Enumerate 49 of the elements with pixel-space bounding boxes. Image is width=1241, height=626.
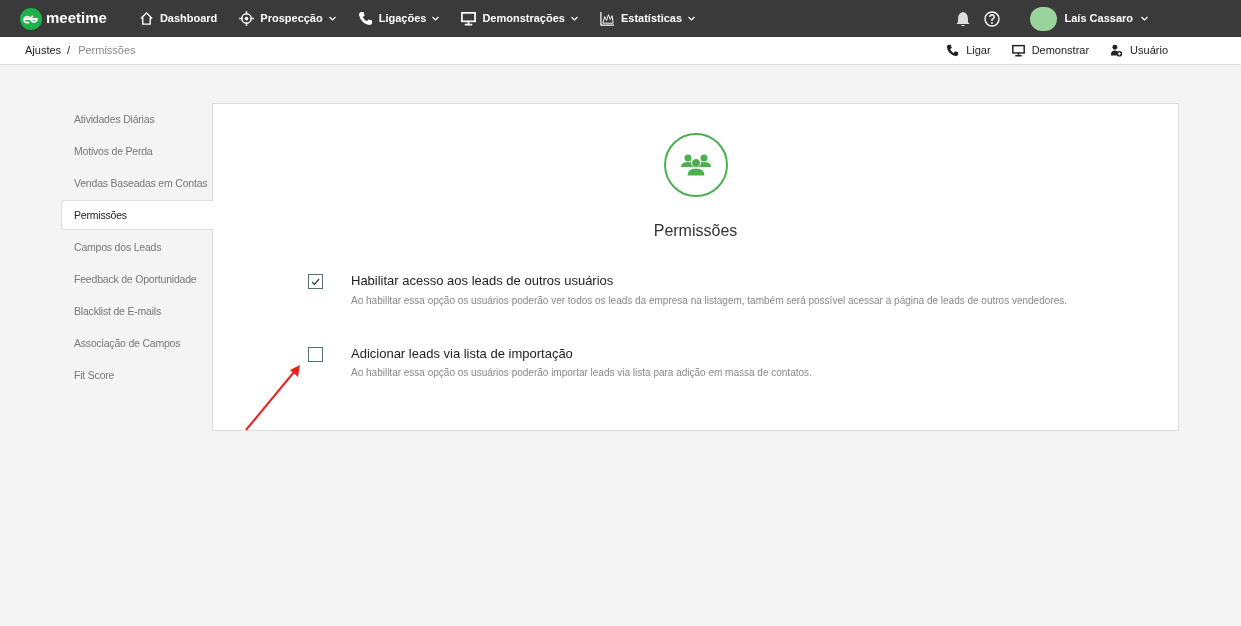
sidebar-item[interactable]: Blacklist de E-mails [61,296,212,326]
user-menu[interactable]: Laís Cassaro [1029,6,1148,31]
monitor-icon [461,11,477,26]
sidebar-item[interactable]: Motivos de Perda [61,136,212,166]
sidebar-item[interactable]: Fit Score [61,360,212,390]
nav-menu-item[interactable]: Prospecção [239,10,336,27]
breadcrumb-current: Permissões [78,43,136,59]
annotation-arrow [244,364,302,432]
nav-menu-item[interactable]: Dashboard [138,10,218,27]
phone-icon [357,11,373,26]
caret-icon [688,16,696,21]
caret-icon [570,16,578,21]
chart-icon [599,11,615,26]
action-link[interactable]: Usuário [1110,42,1168,59]
add-user-icon [1110,44,1124,57]
action-link[interactable]: Demonstrar [1011,42,1090,59]
breadcrumb-link[interactable]: Ajustes [25,42,62,59]
caret-icon [432,16,440,21]
permissions-icon [663,133,728,197]
nav-menu-item[interactable]: Demonstrações [461,10,578,27]
sidebar-item[interactable]: Campos dos Leads [61,232,212,262]
option-label: Adicionar leads via lista de importação [351,344,574,363]
avatar [1029,6,1057,31]
sidebar-item[interactable]: Vendas Baseadas em Contas [61,168,212,198]
option-description: Ao habilitar essa opção os usuários poderão importar leads via lista para adição em massa de contatos. [351,366,812,380]
help-icon[interactable] [983,10,1000,27]
sidebar-item[interactable]: Permissões [61,200,213,230]
sidebar-item[interactable]: Atividades Diárias [61,104,212,134]
caret-icon [328,16,336,21]
breadcrumb-separator: / [67,43,71,59]
checkbox[interactable] [308,346,323,362]
checkbox[interactable] [308,274,323,289]
option-label: Habilitar acesso aos leads de outros usuários [351,272,615,290]
brand-name: meetime [46,8,107,29]
logo-icon [20,7,42,30]
nav-menu-item[interactable]: Estatísticas [599,10,696,27]
sidebar-item[interactable]: Feedback de Oportunidade [61,264,212,294]
panel-title: Permissões [652,221,739,241]
sidebar-item[interactable]: Associação de Campos [61,328,212,358]
monitor-icon [1011,44,1025,57]
phone-icon [946,44,960,57]
action-link[interactable]: Ligar [946,42,991,59]
home-icon [138,11,154,26]
caret-icon [1141,16,1148,21]
crosshair-icon [239,11,255,26]
option-description: Ao habilitar essa opção os usuários poderão ver todos os leads da empresa na listagem, também será possível acessar a página de leads de outros vendedores. [351,293,1067,308]
nav-menu-item[interactable]: Ligações [357,10,440,27]
notification-bell-icon[interactable] [955,10,970,27]
check-icon [311,277,320,286]
